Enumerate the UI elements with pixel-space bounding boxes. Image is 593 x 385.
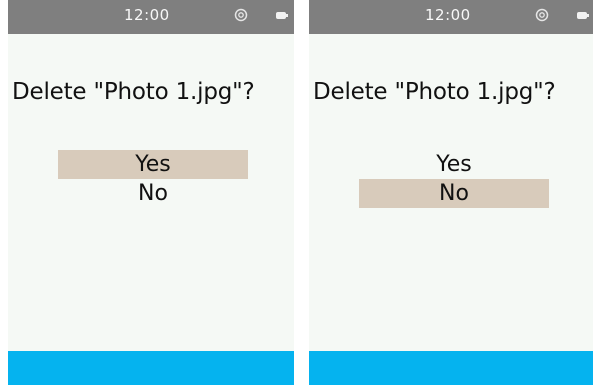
battery-icon [577,12,589,19]
yes-option[interactable]: Yes [359,150,549,179]
yes-option[interactable]: Yes [58,150,248,179]
no-option[interactable]: No [58,179,248,208]
device-screen-yes-selected: 12:00 Delete "Photo 1.jpg"? Yes No [8,0,294,385]
bottom-bar [8,351,294,385]
battery-icon [276,12,288,19]
clock: 12:00 [124,6,170,24]
clock: 12:00 [425,6,471,24]
status-bar: 12:00 [8,0,294,34]
delete-prompt: Delete "Photo 1.jpg"? [12,79,255,105]
no-option[interactable]: No [359,179,549,208]
bottom-bar [309,351,593,385]
delete-prompt: Delete "Photo 1.jpg"? [313,79,556,105]
device-screen-no-selected: 12:00 Delete "Photo 1.jpg"? Yes No [309,0,593,385]
signal-icon [535,8,549,22]
status-bar: 12:00 [309,0,593,34]
signal-icon [234,8,248,22]
